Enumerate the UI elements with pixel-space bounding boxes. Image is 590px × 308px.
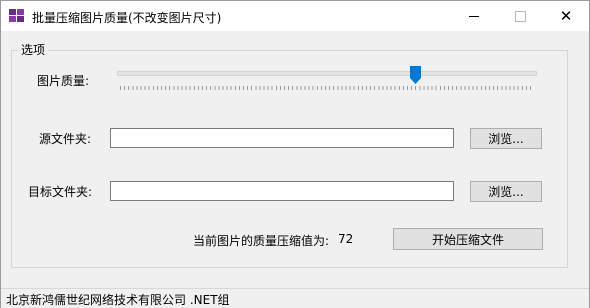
start-compress-button[interactable]: 开始压缩文件 — [393, 228, 543, 250]
title-bar[interactable]: 批量压缩图片质量(不改变图片尺寸) ✕ — [1, 1, 589, 31]
target-folder-input[interactable] — [110, 181, 454, 201]
quality-slider-track[interactable] — [117, 71, 537, 76]
main-window: 批量压缩图片质量(不改变图片尺寸) ✕ 选项 图片质量: 源文件夹: 浏览...… — [0, 0, 590, 308]
minimize-icon — [469, 15, 479, 17]
target-folder-label: 目标文件夹: — [28, 185, 93, 199]
quality-slider-ticks — [120, 86, 532, 90]
close-button[interactable]: ✕ — [543, 1, 589, 31]
window-title: 批量压缩图片质量(不改变图片尺寸) — [32, 11, 222, 25]
compression-status-label: 当前图片的质量压缩值为: — [193, 234, 330, 248]
maximize-icon — [514, 10, 526, 22]
target-browse-button[interactable]: 浏览... — [470, 181, 542, 202]
maximize-button — [497, 1, 543, 31]
source-folder-label: 源文件夹: — [39, 132, 92, 146]
minimize-button[interactable] — [451, 1, 497, 31]
source-browse-button[interactable]: 浏览... — [470, 128, 542, 149]
status-bar: 北京新鸿儒世纪网络技术有限公司 .NET组 — [1, 288, 589, 308]
source-folder-input[interactable] — [110, 128, 454, 148]
status-text: 北京新鸿儒世纪网络技术有限公司 .NET组 — [6, 293, 230, 307]
quality-slider-thumb[interactable] — [410, 66, 421, 84]
quality-label: 图片质量: — [37, 74, 90, 88]
compression-value: 72 — [338, 232, 354, 246]
app-icon — [9, 9, 24, 22]
options-group-legend: 选项 — [18, 41, 49, 58]
close-icon: ✕ — [559, 6, 573, 25]
